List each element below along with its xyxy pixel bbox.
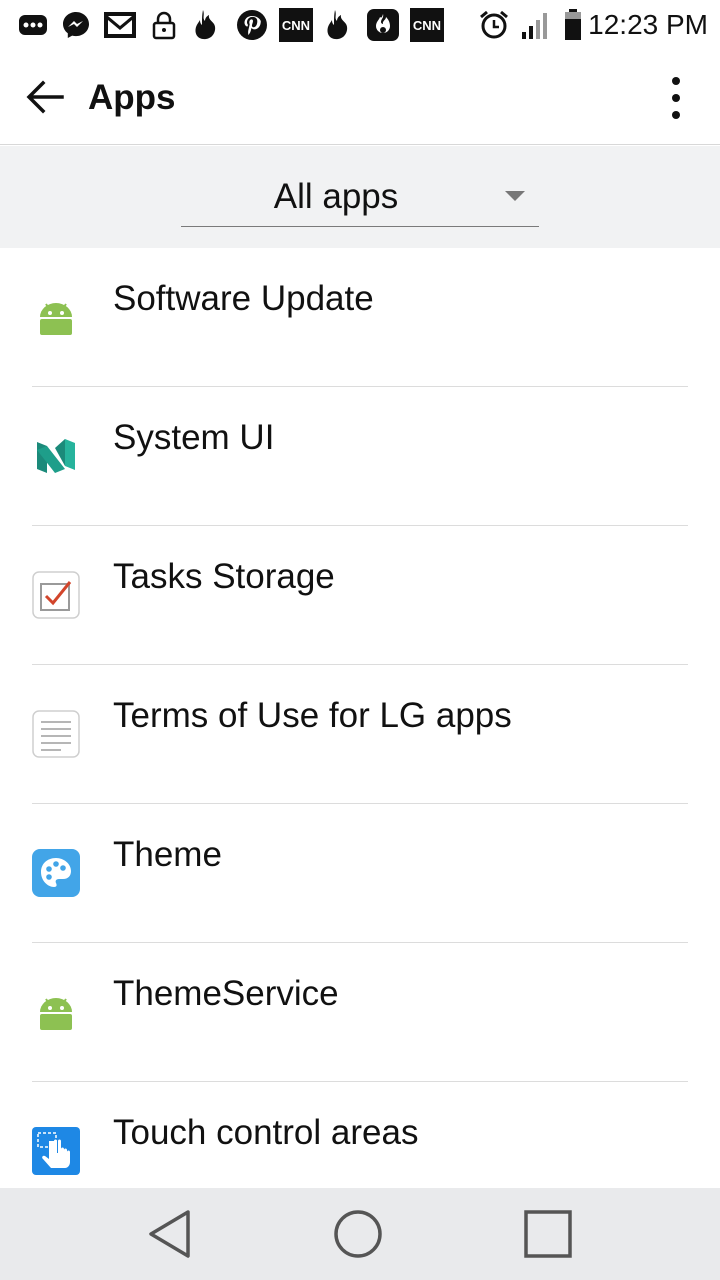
app-filter-dropdown[interactable]: All apps	[181, 166, 539, 227]
android-icon	[32, 293, 80, 341]
android-icon	[32, 988, 80, 1036]
signal-icon	[520, 7, 552, 43]
svg-text:CNN: CNN	[413, 18, 441, 33]
overflow-menu-button[interactable]	[652, 72, 700, 124]
filter-area: All apps	[0, 146, 720, 248]
system-nav-bar	[0, 1188, 720, 1280]
more-notifications-icon	[18, 7, 48, 43]
cnn-icon: CNN	[279, 7, 313, 43]
app-name: Touch control areas	[113, 1113, 419, 1152]
hotspot-icon	[366, 7, 400, 43]
list-item[interactable]: System UI	[0, 387, 720, 526]
palette-icon	[32, 849, 80, 897]
status-bar: CNN CNN 12:23 PM	[0, 0, 720, 50]
app-name: Tasks Storage	[113, 557, 335, 596]
back-button[interactable]	[20, 72, 70, 122]
alarm-icon	[478, 7, 510, 43]
app-name: Theme	[113, 835, 222, 874]
lock-icon	[150, 7, 178, 43]
list-item[interactable]: Terms of Use for LG apps	[0, 665, 720, 804]
gmail-icon	[102, 7, 138, 43]
messenger-icon	[60, 7, 92, 43]
document-icon	[32, 710, 80, 758]
nav-back-button[interactable]	[140, 1204, 200, 1264]
cnn-icon: CNN	[410, 7, 444, 43]
list-item[interactable]: Touch control areas	[0, 1082, 720, 1188]
list-item[interactable]: Tasks Storage	[0, 526, 720, 665]
app-bar: Apps	[0, 50, 720, 145]
svg-text:CNN: CNN	[282, 18, 310, 33]
list-item[interactable]: Theme	[0, 804, 720, 943]
pinterest-icon	[236, 7, 268, 43]
app-name: System UI	[113, 418, 275, 457]
page-title: Apps	[88, 78, 176, 117]
app-name: ThemeService	[113, 974, 339, 1013]
tasks-checkbox-icon	[32, 571, 80, 619]
nav-home-button[interactable]	[328, 1204, 388, 1264]
arrow-back-icon	[26, 80, 64, 114]
touch-hand-icon	[32, 1127, 80, 1175]
nav-back-icon	[149, 1210, 190, 1258]
app-list: Software Update System UI Tasks Storage …	[0, 248, 720, 1188]
list-item[interactable]: ThemeService	[0, 943, 720, 1082]
app-name: Terms of Use for LG apps	[113, 696, 512, 735]
nav-recents-icon	[524, 1210, 572, 1258]
list-item[interactable]: Software Update	[0, 248, 720, 387]
filter-selected-label: All apps	[273, 177, 399, 216]
battery-icon	[562, 7, 584, 43]
nav-home-icon	[334, 1210, 382, 1258]
overflow-menu-icon	[672, 77, 680, 119]
app-name: Software Update	[113, 279, 374, 318]
tinder-icon	[324, 7, 354, 43]
dropdown-arrow-icon	[505, 191, 525, 201]
android-n-icon	[32, 432, 80, 480]
clock-time: 12:23 PM	[588, 9, 708, 40]
tinder-icon	[192, 7, 222, 43]
nav-recents-button[interactable]	[518, 1204, 578, 1264]
